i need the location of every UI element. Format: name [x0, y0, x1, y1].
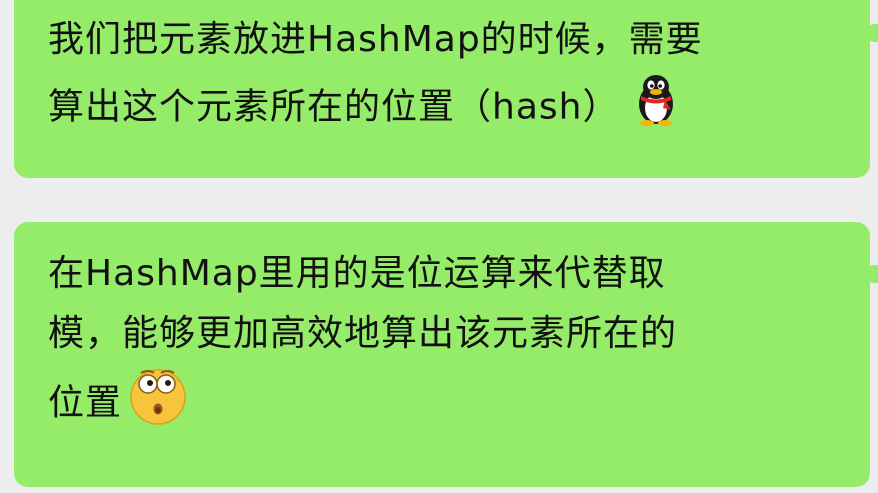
bubble-edge-marker — [868, 24, 878, 42]
message-line-text: 位置 — [48, 382, 123, 424]
message-line-text: 算出这个元素所在的位置（hash） — [48, 86, 620, 128]
chat-view: 我们把元素放进HashMap的时候，需要 算出这个元素所在的位置（hash） 在 — [0, 0, 878, 493]
message-line: 位置 — [48, 364, 830, 445]
message-line: 模，能够更加高效地算出该元素所在的 — [48, 313, 678, 354]
message-line: 在HashMap里用的是位运算来代替取 — [48, 253, 666, 294]
message-bubble[interactable]: 在HashMap里用的是位运算来代替取 模，能够更加高效地算出该元素所在的 位置 — [14, 222, 870, 487]
message-bubble[interactable]: 我们把元素放进HashMap的时候，需要 算出这个元素所在的位置（hash） — [14, 0, 870, 178]
message-line: 算出这个元素所在的位置（hash） — [48, 70, 830, 147]
bubble-edge-marker — [868, 265, 878, 283]
surprised-face-icon — [126, 364, 190, 445]
message-line: 我们把元素放进HashMap的时候，需要 — [48, 19, 703, 60]
qq-penguin-icon — [627, 70, 685, 147]
